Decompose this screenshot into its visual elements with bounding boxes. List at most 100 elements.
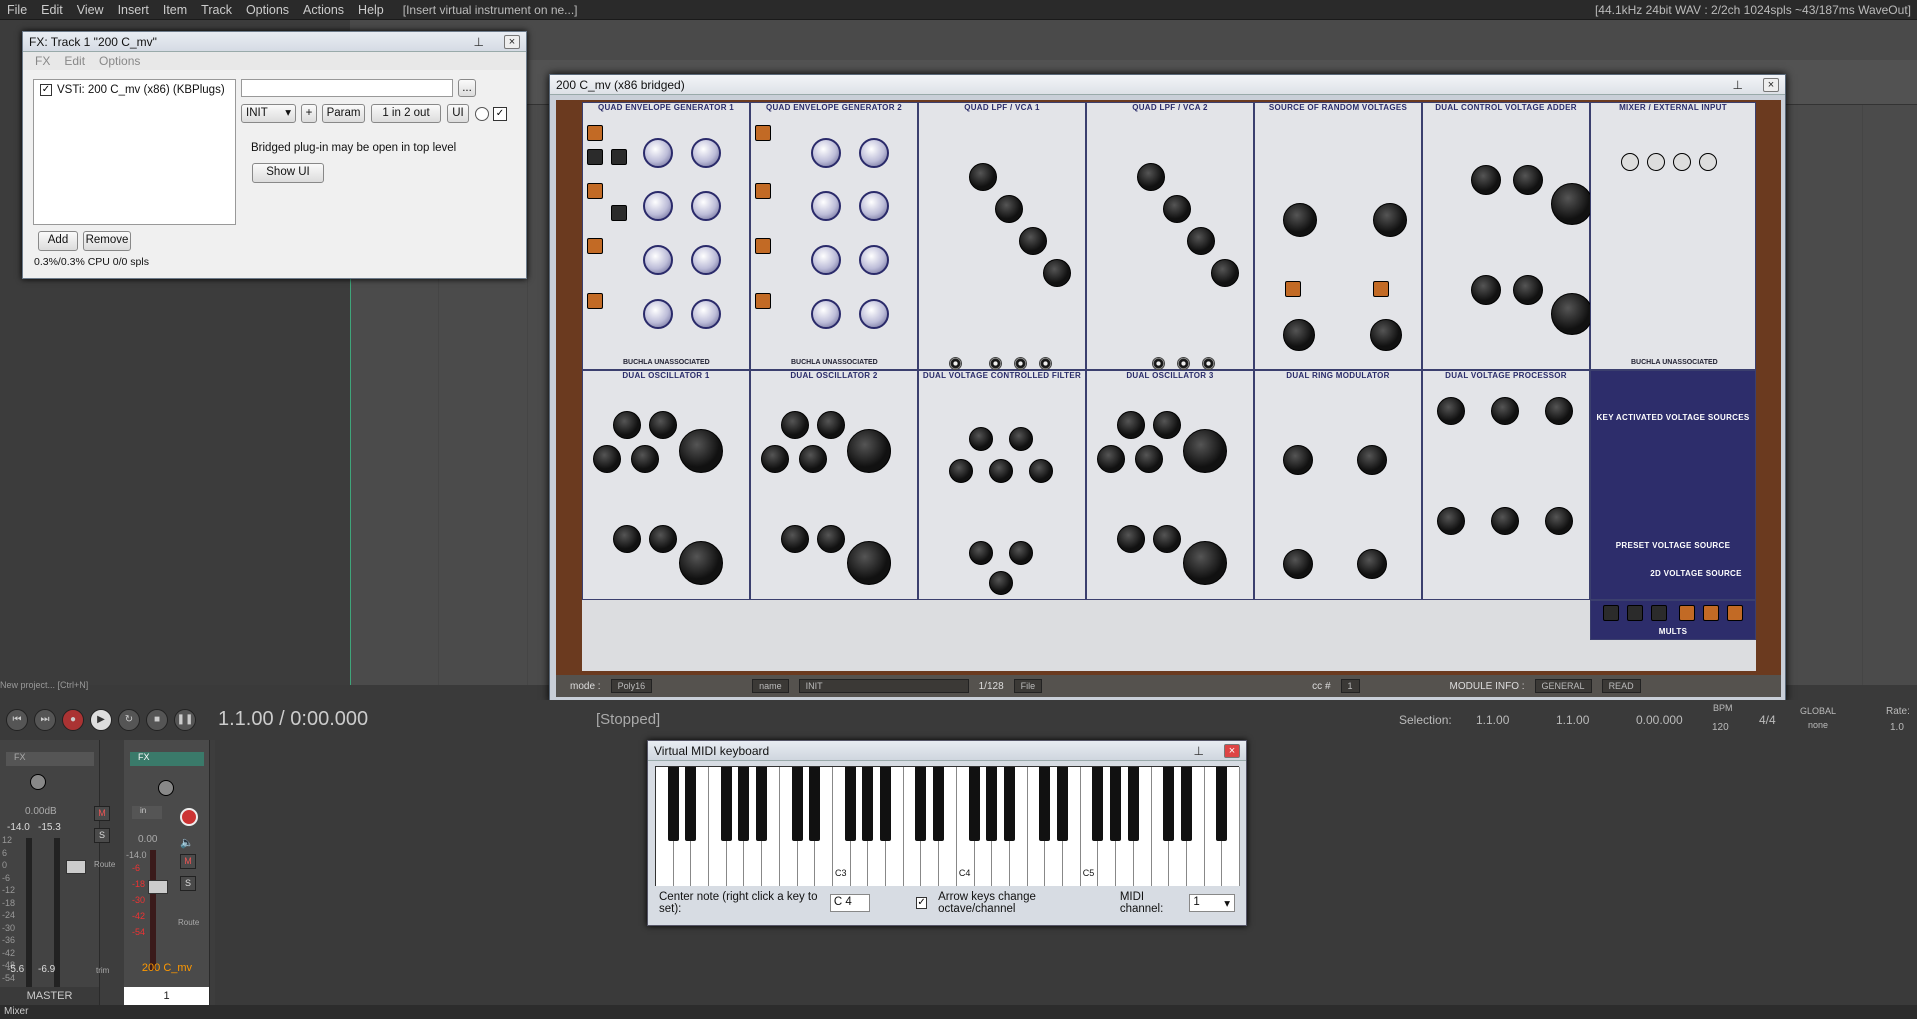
preset-select[interactable]: INIT: [798, 679, 969, 693]
cc-value[interactable]: 1: [1340, 679, 1360, 693]
audio-status[interactable]: [44.1kHz 24bit WAV : 2/2ch 1024spls ~43/…: [1595, 3, 1911, 17]
black-key[interactable]: [933, 767, 945, 841]
switch[interactable]: [755, 293, 771, 309]
play-button[interactable]: ▶: [90, 709, 112, 731]
knob[interactable]: [781, 411, 809, 439]
black-key[interactable]: [915, 767, 927, 841]
fx-menu-options[interactable]: Options: [99, 54, 140, 68]
midi-titlebar[interactable]: Virtual MIDI keyboard ⊥ ×: [648, 741, 1246, 761]
jack[interactable]: [1014, 357, 1027, 370]
black-key[interactable]: [1216, 767, 1228, 841]
attack-knob[interactable]: [811, 245, 841, 275]
knob[interactable]: [1491, 397, 1519, 425]
knob[interactable]: [969, 427, 993, 451]
selection-start[interactable]: 1.1.00: [1476, 713, 1509, 727]
black-key[interactable]: [667, 767, 679, 841]
menu-file[interactable]: File: [0, 3, 34, 17]
pin-icon[interactable]: ⊥: [1194, 744, 1204, 758]
jack[interactable]: [949, 357, 962, 370]
knob[interactable]: [989, 571, 1013, 595]
knob[interactable]: [1283, 445, 1313, 475]
time-signature[interactable]: 4/4: [1759, 713, 1776, 727]
preset-dropdown[interactable]: INIT ▾: [241, 104, 296, 123]
time-position[interactable]: 1.1.00 / 0:00.000: [218, 708, 368, 731]
switch[interactable]: [1651, 605, 1667, 621]
close-icon[interactable]: ×: [1763, 77, 1779, 92]
knob[interactable]: [1019, 227, 1047, 255]
jack[interactable]: [1039, 357, 1052, 370]
decay-knob[interactable]: [859, 299, 889, 329]
switch[interactable]: [1627, 605, 1643, 621]
knob[interactable]: [1699, 153, 1717, 171]
add-fx-button[interactable]: Add: [38, 231, 78, 251]
fx-window-titlebar[interactable]: FX: Track 1 "200 C_mv" ⊥ ×: [23, 32, 526, 52]
offset-knob[interactable]: [1551, 183, 1593, 225]
knob[interactable]: [1029, 459, 1053, 483]
pan-knob[interactable]: [30, 774, 46, 790]
knob[interactable]: [1545, 397, 1573, 425]
decay-knob[interactable]: [691, 245, 721, 275]
knob[interactable]: [1163, 195, 1191, 223]
switch[interactable]: [755, 183, 771, 199]
selection-length[interactable]: 0.00.000: [1636, 713, 1683, 727]
knob[interactable]: [781, 525, 809, 553]
knob[interactable]: [1491, 507, 1519, 535]
switch[interactable]: [755, 125, 771, 141]
master-fx-button[interactable]: FX: [6, 752, 94, 766]
black-key[interactable]: [1110, 767, 1122, 841]
knob[interactable]: [1283, 203, 1317, 237]
knob[interactable]: [1513, 165, 1543, 195]
menu-help[interactable]: Help: [351, 3, 391, 17]
knob[interactable]: [1135, 445, 1163, 473]
black-key[interactable]: [756, 767, 768, 841]
knob[interactable]: [613, 525, 641, 553]
black-key[interactable]: [685, 767, 697, 841]
master-fader[interactable]: [66, 860, 86, 874]
knob[interactable]: [1673, 153, 1691, 171]
decay-knob[interactable]: [859, 245, 889, 275]
close-icon[interactable]: ×: [504, 34, 520, 49]
solo-button[interactable]: S: [94, 828, 110, 843]
mute-button[interactable]: M: [94, 806, 110, 821]
knob[interactable]: [989, 459, 1013, 483]
black-key[interactable]: [986, 767, 998, 841]
knob[interactable]: [1647, 153, 1665, 171]
stop-button[interactable]: ■: [146, 709, 168, 731]
knob[interactable]: [817, 411, 845, 439]
global-value[interactable]: none: [1808, 720, 1828, 730]
decay-knob[interactable]: [691, 299, 721, 329]
record-button[interactable]: ●: [62, 709, 84, 731]
menu-item[interactable]: Item: [156, 3, 194, 17]
knob[interactable]: [1117, 525, 1145, 553]
jack[interactable]: [1202, 357, 1215, 370]
switch[interactable]: [587, 149, 603, 165]
rate-value[interactable]: 1.0: [1890, 722, 1904, 733]
knob[interactable]: [593, 445, 621, 473]
plugin-titlebar[interactable]: 200 C_mv (x86 bridged) ⊥ ×: [550, 75, 1785, 95]
knob[interactable]: [613, 411, 641, 439]
knob[interactable]: [1471, 165, 1501, 195]
name-field[interactable]: name: [752, 679, 789, 693]
switch[interactable]: [1703, 605, 1719, 621]
file-button[interactable]: File: [1013, 679, 1043, 693]
black-key[interactable]: [1039, 767, 1051, 841]
knob[interactable]: [1009, 427, 1033, 451]
switch[interactable]: [1285, 281, 1301, 297]
fx-enable-checkbox[interactable]: ✓: [40, 84, 52, 96]
knob[interactable]: [1437, 507, 1465, 535]
center-note-input[interactable]: C 4: [829, 894, 871, 912]
track-name[interactable]: 200 C_mv: [124, 962, 210, 974]
mode-value[interactable]: Poly16: [610, 679, 653, 693]
route-label[interactable]: Route: [94, 860, 115, 869]
channel-select[interactable]: 1 ▾: [1189, 894, 1235, 912]
knob[interactable]: [649, 411, 677, 439]
frequency-knob[interactable]: [847, 429, 891, 473]
decay-knob[interactable]: [691, 138, 721, 168]
knob[interactable]: [1437, 397, 1465, 425]
knob[interactable]: [1153, 411, 1181, 439]
go-start-icon[interactable]: ⏮: [6, 709, 28, 731]
black-key[interactable]: [1180, 767, 1192, 841]
attack-knob[interactable]: [643, 245, 673, 275]
arrow-keys-checkbox[interactable]: ✓: [916, 897, 928, 909]
knob[interactable]: [1283, 549, 1313, 579]
